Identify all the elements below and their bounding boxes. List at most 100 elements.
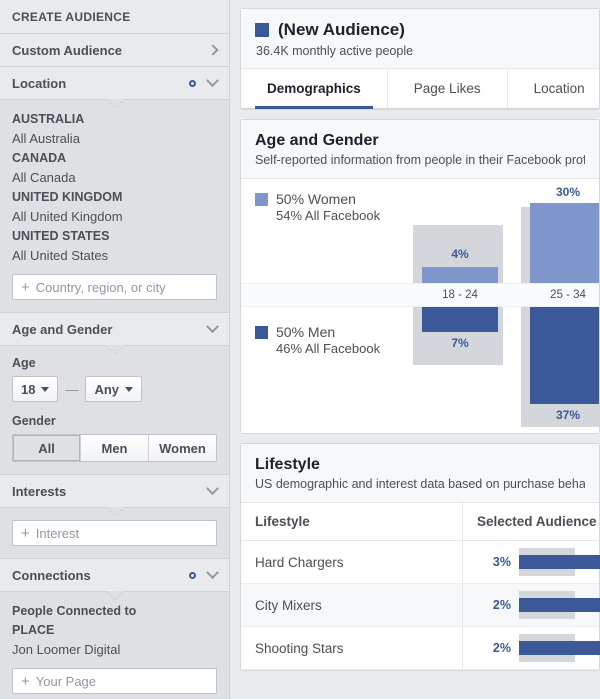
age-gender-panel: Age 18 — Any Gender All Men Women: [0, 345, 229, 475]
tab-location[interactable]: Location: [508, 69, 600, 108]
lifestyle-percent: 3%: [492, 555, 511, 569]
age-gender-description: Self-reported information from people in…: [255, 153, 585, 167]
gender-option-men[interactable]: Men: [81, 435, 149, 461]
tab-page-likes[interactable]: Page Likes: [388, 69, 508, 108]
connections-panel: People Connected to PLACE Jon Loomer Dig…: [0, 591, 229, 699]
location-place[interactable]: All Canada: [12, 168, 217, 188]
gear-icon[interactable]: [189, 79, 196, 87]
audience-header-card: (New Audience) 36.4K monthly active peop…: [240, 8, 600, 110]
age-max-value: Any: [94, 381, 120, 397]
bar-label-women: 4%: [451, 247, 469, 261]
axis-label-25-34: 25 - 34: [550, 289, 586, 301]
audience-insights-page: CREATE AUDIENCE Custom Audience Location…: [0, 0, 600, 699]
sidebar-item-age-and-gender[interactable]: Age and Gender: [0, 313, 229, 346]
lifestyle-header: Lifestyle US demographic and interest da…: [241, 444, 599, 503]
lifestyle-bar-wrap: [519, 588, 600, 622]
location-icons: [189, 73, 219, 88]
bar-label-men: 37%: [555, 408, 581, 422]
table-row[interactable]: City Mixers 2%: [241, 584, 600, 627]
chevron-down-icon[interactable]: [206, 319, 219, 333]
custom-audience-icons: [207, 44, 219, 56]
lifestyle-bar-value: [519, 598, 600, 612]
legend-women-top: 50% Women: [255, 191, 380, 207]
lifestyle-table: Lifestyle Selected Audience Hard Charger…: [241, 503, 600, 670]
chevron-down-icon[interactable]: [206, 73, 219, 87]
location-place[interactable]: All United Kingdom: [12, 207, 217, 227]
table-row[interactable]: Shooting Stars 2%: [241, 627, 600, 670]
plus-icon: +: [21, 672, 30, 690]
bar-women[interactable]: [530, 203, 599, 283]
legend-women-sub: 54% All Facebook: [276, 208, 381, 223]
sidebar-item-custom-audience[interactable]: Custom Audience: [0, 34, 229, 67]
legend-men-sub: 46% All Facebook: [276, 341, 381, 356]
age-min-select[interactable]: 18: [12, 376, 59, 402]
connections-subheading: PLACE: [12, 623, 55, 637]
lifestyle-name: Shooting Stars: [241, 627, 463, 669]
legend-men: 50% Men 46% All Facebook: [255, 324, 380, 356]
column-header-lifestyle[interactable]: Lifestyle: [241, 503, 463, 540]
gender-option-all[interactable]: All: [13, 435, 81, 461]
table-row[interactable]: Hard Chargers 3%: [241, 541, 600, 584]
chevron-down-icon[interactable]: [206, 481, 219, 495]
location-country: UNITED STATES: [12, 229, 110, 243]
audience-meta: 36.4K monthly active people: [256, 44, 414, 58]
lifestyle-card: Lifestyle US demographic and interest da…: [240, 443, 600, 671]
plus-icon: +: [21, 278, 30, 296]
lifestyle-bar-wrap: [519, 631, 600, 665]
interest-input-placeholder: Interest: [35, 525, 80, 541]
connections-heading: People Connected to: [12, 604, 137, 618]
lifestyle-value-cell: 2%: [463, 627, 600, 669]
bar-women[interactable]: [422, 267, 498, 283]
location-country: UNITED KINGDOM: [12, 190, 123, 204]
bar-men[interactable]: [422, 307, 498, 332]
location-place[interactable]: All Australia: [12, 129, 217, 149]
lifestyle-description: US demographic and interest data based o…: [255, 477, 585, 491]
interest-input[interactable]: + Interest: [12, 520, 217, 546]
legend-women: 50% Women 54% All Facebook: [255, 191, 380, 223]
women-color-swatch-icon: [255, 192, 268, 206]
age-range-row: 18 — Any: [12, 376, 217, 402]
lifestyle-value-cell: 3%: [463, 541, 600, 583]
chevron-down-icon[interactable]: [206, 565, 219, 579]
audience-title-row: (New Audience): [255, 20, 585, 40]
your-page-input[interactable]: + Your Page: [12, 668, 217, 694]
sidebar-item-location[interactable]: Location: [0, 67, 229, 100]
connections-label: Connections: [12, 567, 91, 583]
lifestyle-title: Lifestyle: [255, 456, 320, 473]
interests-label: Interests: [12, 483, 67, 499]
bar-label-women: 30%: [555, 185, 581, 199]
bar-men[interactable]: [530, 307, 599, 404]
column-header-selected-audience[interactable]: Selected Audience: [463, 503, 599, 540]
lifestyle-table-header: Lifestyle Selected Audience: [241, 503, 599, 541]
age-gender-title: Age and Gender: [255, 132, 379, 149]
sidebar-title: CREATE AUDIENCE: [0, 0, 229, 34]
audience-name: (New Audience): [278, 20, 405, 39]
connections-page-name[interactable]: Jon Loomer Digital: [12, 640, 217, 660]
location-place[interactable]: All United States: [12, 246, 217, 266]
audience-color-swatch-icon: [255, 23, 269, 37]
insights-tabs: Demographics Page Likes Location: [241, 69, 599, 109]
age-max-select[interactable]: Any: [85, 376, 143, 402]
lifestyle-bar-wrap: [519, 545, 600, 579]
interests-icons: [206, 481, 219, 496]
lifestyle-percent: 2%: [492, 641, 511, 655]
create-audience-sidebar: CREATE AUDIENCE Custom Audience Location…: [0, 0, 230, 699]
bar-label-men: 7%: [451, 336, 469, 350]
caret-down-icon: [125, 386, 134, 392]
sidebar-item-connections[interactable]: Connections: [0, 559, 229, 592]
lifestyle-bar-value: [519, 555, 600, 569]
gear-icon[interactable]: [189, 571, 196, 579]
location-country: CANADA: [12, 151, 67, 165]
tab-demographics[interactable]: Demographics: [241, 69, 388, 109]
age-label: Age: [12, 356, 36, 370]
age-and-gender-icons: [206, 319, 219, 334]
chevron-right-icon[interactable]: [207, 44, 219, 56]
location-panel: AUSTRALIA All Australia CANADA All Canad…: [0, 99, 229, 313]
age-range-dash: —: [65, 381, 79, 397]
gender-option-women[interactable]: Women: [149, 435, 216, 461]
sidebar-item-interests[interactable]: Interests: [0, 475, 229, 508]
location-input[interactable]: + Country, region, or city: [12, 274, 217, 300]
caret-down-icon: [41, 386, 50, 392]
gender-label: Gender: [12, 414, 56, 428]
age-gender-card: Age and Gender Self-reported information…: [240, 119, 600, 434]
